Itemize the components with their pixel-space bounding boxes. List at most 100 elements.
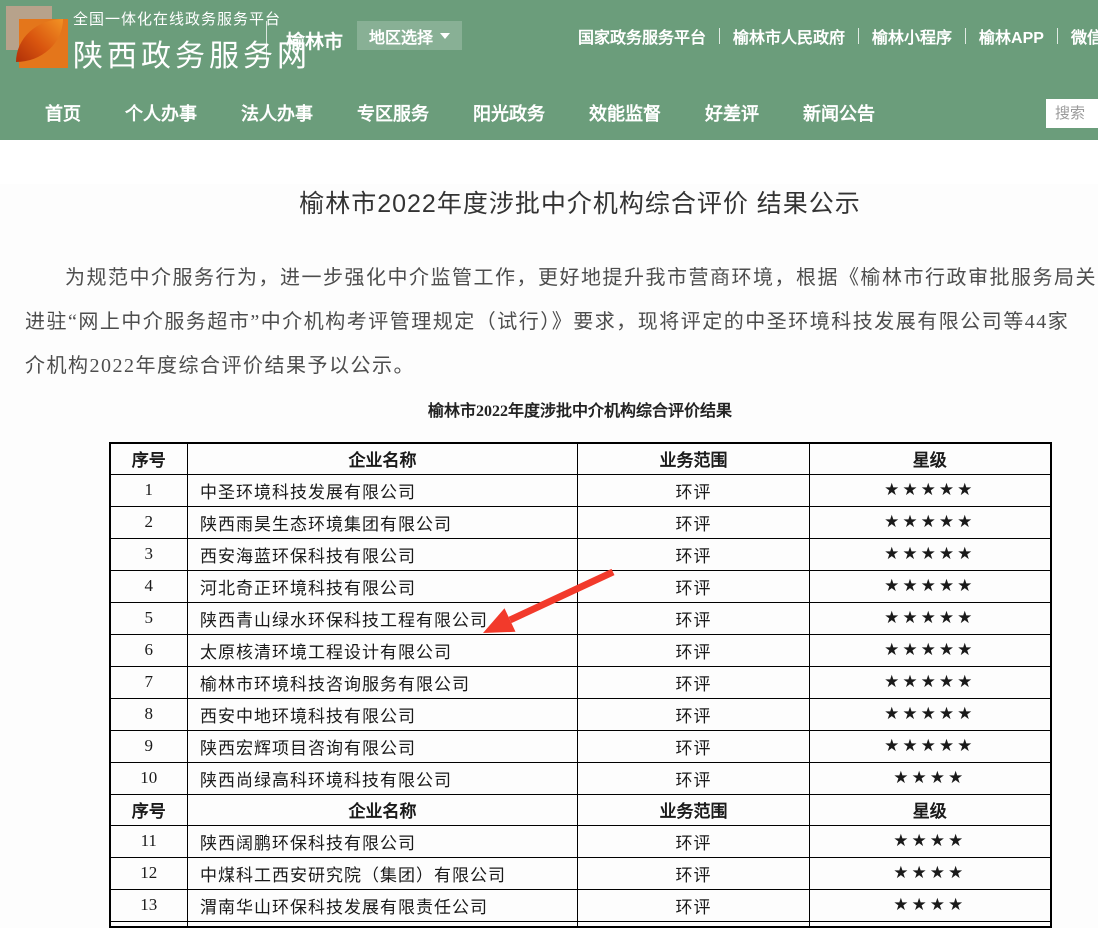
table-header-row: 序号企业名称业务范围星级 — [110, 443, 1051, 474]
column-header: 星级 — [810, 794, 1051, 825]
search-input[interactable] — [1046, 99, 1098, 128]
row-no: 11 — [110, 825, 188, 857]
table-row-partial — [110, 921, 1051, 927]
evaluation-table: 序号企业名称业务范围星级1中圣环境科技发展有限公司环评★★★★★2陕西雨昊生态环… — [109, 442, 1052, 928]
header-top-links: 国家政务服务平台 榆林市人民政府 榆林小程序 榆林APP 微信公众号 注册 — [578, 24, 1098, 48]
link-yulin-miniprogram[interactable]: 榆林小程序 — [872, 24, 952, 48]
business-scope: 环评 — [578, 762, 810, 794]
star-rating: ★★★★★ — [810, 506, 1051, 538]
star-rating: ★★★★★ — [810, 474, 1051, 506]
row-no: 1 — [110, 474, 188, 506]
business-scope: 环评 — [578, 730, 810, 762]
chevron-down-icon — [440, 33, 450, 39]
table-row: 6太原核清环境工程设计有限公司环评★★★★★ — [110, 634, 1051, 666]
star-rating: ★★★★★ — [810, 634, 1051, 666]
row-no: 5 — [110, 602, 188, 634]
header-divider — [266, 21, 267, 63]
table-row: 13渭南华山环保科技发展有限责任公司环评★★★★ — [110, 889, 1051, 921]
table-row: 12中煤科工西安研究院（集团）有限公司环评★★★★ — [110, 857, 1051, 889]
business-scope: 环评 — [578, 474, 810, 506]
article-paragraph: 为规范中介服务行为，进一步强化中介监管工作，更好地提升我市营商环境，根据《榆林市… — [0, 256, 1098, 388]
nav-item-zone-services[interactable]: 专区服务 — [357, 100, 429, 126]
main-navigation: 首页 个人办事 法人办事 专区服务 阳光政务 效能监督 好差评 新闻公告 — [0, 86, 1098, 140]
row-no: 4 — [110, 570, 188, 602]
paragraph-line: 介机构2022年度综合评价结果予以公示。 — [25, 344, 1098, 388]
region-selector-button[interactable]: 地区选择 — [357, 21, 462, 50]
table-caption: 榆林市2022年度涉批中介机构综合评价结果 — [0, 397, 1098, 421]
company-name: 太原核清环境工程设计有限公司 — [188, 634, 578, 666]
browser-viewport: 全国一体化在线政务服务平台 陕西政务服务网 榆林市 地区选择 国家政务服务平台 … — [0, 0, 1098, 947]
current-city-label: 榆林市 — [286, 27, 343, 54]
star-rating: ★★★★ — [810, 857, 1051, 889]
link-separator — [965, 28, 966, 44]
column-header: 序号 — [110, 443, 188, 474]
table-row: 4河北奇正环境科技有限公司环评★★★★★ — [110, 570, 1051, 602]
company-name: 陕西尚绿高科环境科技有限公司 — [188, 762, 578, 794]
link-separator — [1057, 28, 1058, 44]
link-separator — [858, 28, 859, 44]
company-name: 陕西宏辉项目咨询有限公司 — [188, 730, 578, 762]
row-no: 9 — [110, 730, 188, 762]
company-name: 中煤科工西安研究院（集团）有限公司 — [188, 857, 578, 889]
table-row: 3西安海蓝环保科技有限公司环评★★★★★ — [110, 538, 1051, 570]
table-header-row: 序号企业名称业务范围星级 — [110, 794, 1051, 825]
business-scope: 环评 — [578, 602, 810, 634]
nav-item-news[interactable]: 新闻公告 — [803, 100, 875, 126]
company-name: 河北奇正环境科技有限公司 — [188, 570, 578, 602]
row-no: 10 — [110, 762, 188, 794]
company-name: 中圣环境科技发展有限公司 — [188, 474, 578, 506]
empty-cell — [578, 921, 810, 927]
nav-item-rating[interactable]: 好差评 — [705, 100, 759, 126]
paragraph-line: 进驻“网上中介服务超市”中介机构考评管理规定（试行）》要求，现将评定的中圣环境科… — [25, 300, 1098, 344]
region-selector-label: 地区选择 — [369, 24, 433, 48]
page-title: 榆林市2022年度涉批中介机构综合评价 结果公示 — [0, 184, 1098, 220]
business-scope: 环评 — [578, 506, 810, 538]
row-no: 12 — [110, 857, 188, 889]
column-header: 星级 — [810, 443, 1051, 474]
star-rating: ★★★★ — [810, 825, 1051, 857]
article-content: 榆林市2022年度涉批中介机构综合评价 结果公示 为规范中介服务行为，进一步强化… — [0, 184, 1098, 928]
table-row: 2陕西雨昊生态环境集团有限公司环评★★★★★ — [110, 506, 1051, 538]
star-rating: ★★★★★ — [810, 570, 1051, 602]
column-header: 企业名称 — [188, 443, 578, 474]
empty-cell — [810, 921, 1051, 927]
table-row: 8西安中地环境科技有限公司环评★★★★★ — [110, 698, 1051, 730]
table-row: 9陕西宏辉项目咨询有限公司环评★★★★★ — [110, 730, 1051, 762]
company-name: 榆林市环境科技咨询服务有限公司 — [188, 666, 578, 698]
business-scope: 环评 — [578, 570, 810, 602]
nav-item-legal-person[interactable]: 法人办事 — [241, 100, 313, 126]
nav-item-supervision[interactable]: 效能监督 — [589, 100, 661, 126]
empty-cell — [110, 921, 188, 927]
site-logo-icon[interactable] — [6, 6, 66, 66]
row-no: 7 — [110, 666, 188, 698]
business-scope: 环评 — [578, 857, 810, 889]
site-title: 陕西政务服务网 — [73, 31, 311, 75]
company-name: 西安中地环境科技有限公司 — [188, 698, 578, 730]
site-header: 全国一体化在线政务服务平台 陕西政务服务网 榆林市 地区选择 国家政务服务平台 … — [0, 0, 1098, 86]
search-box — [1046, 99, 1098, 128]
nav-item-personal[interactable]: 个人办事 — [125, 100, 197, 126]
row-no: 8 — [110, 698, 188, 730]
row-no: 3 — [110, 538, 188, 570]
link-national-platform[interactable]: 国家政务服务平台 — [578, 24, 706, 48]
link-yulin-government[interactable]: 榆林市人民政府 — [733, 24, 845, 48]
paragraph-line: 为规范中介服务行为，进一步强化中介监管工作，更好地提升我市营商环境，根据《榆林市… — [25, 256, 1098, 300]
nav-item-home[interactable]: 首页 — [45, 100, 81, 126]
table-row: 7榆林市环境科技咨询服务有限公司环评★★★★★ — [110, 666, 1051, 698]
column-header: 业务范围 — [578, 794, 810, 825]
link-separator — [719, 28, 720, 44]
business-scope: 环评 — [578, 698, 810, 730]
star-rating: ★★★★★ — [810, 730, 1051, 762]
table-row: 5陕西青山绿水环保科技工程有限公司环评★★★★★ — [110, 602, 1051, 634]
column-header: 企业名称 — [188, 794, 578, 825]
link-wechat-official[interactable]: 微信公众号 — [1071, 24, 1098, 48]
nav-item-transparency[interactable]: 阳光政务 — [473, 100, 545, 126]
row-no: 2 — [110, 506, 188, 538]
business-scope: 环评 — [578, 538, 810, 570]
business-scope: 环评 — [578, 634, 810, 666]
nav-items: 首页 个人办事 法人办事 专区服务 阳光政务 效能监督 好差评 新闻公告 — [45, 86, 875, 140]
business-scope: 环评 — [578, 666, 810, 698]
star-rating: ★★★★★ — [810, 698, 1051, 730]
evaluation-table-body: 序号企业名称业务范围星级1中圣环境科技发展有限公司环评★★★★★2陕西雨昊生态环… — [110, 443, 1051, 927]
link-yulin-app[interactable]: 榆林APP — [979, 24, 1044, 48]
